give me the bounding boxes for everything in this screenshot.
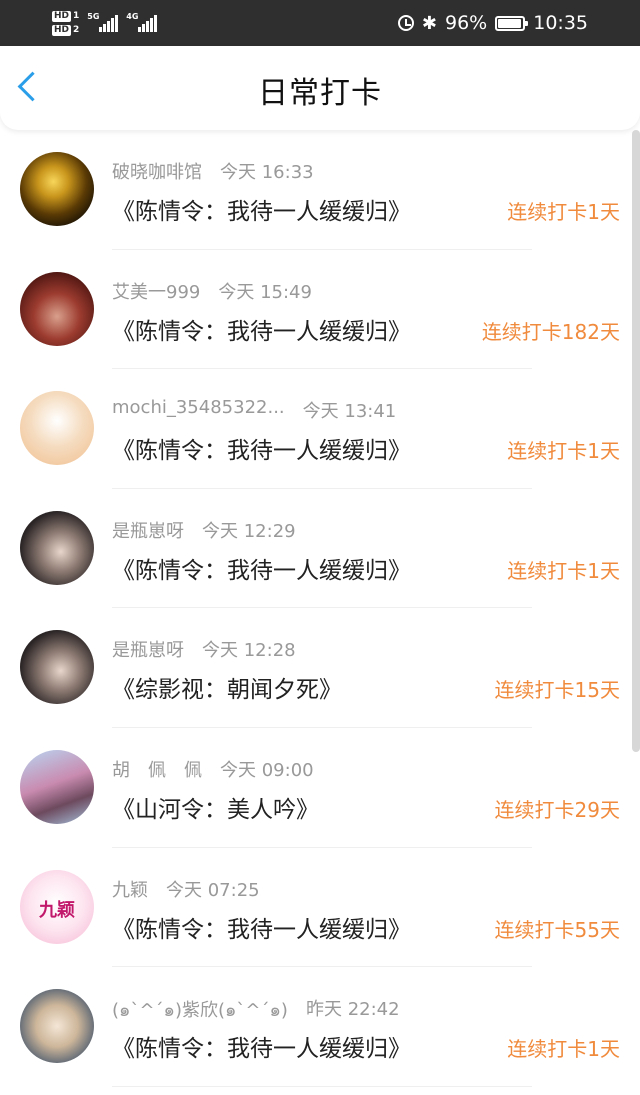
sim-indicators: HD 1 HD 2 [52, 10, 80, 36]
status-right: ✱ 96% 10:35 [397, 0, 588, 46]
checkin-meta: 是瓶崽呀 今天 12:29 [112, 517, 296, 543]
sim-1-label: 1 [73, 10, 80, 21]
checkin-item-2[interactable]: 艾美一999 今天 15:49 《陈情令：我待一人缓缓归》 连续打卡182天 [0, 250, 632, 370]
signal-4g-icon: 4G [126, 12, 158, 32]
streak-label: 连续打卡1天 [507, 200, 620, 224]
checkin-item-6[interactable]: 胡 佩 佩 今天 09:00 《山河令：美人吟》 连续打卡29天 [0, 728, 632, 848]
checkin-meta: 胡 佩 佩 今天 09:00 [112, 756, 314, 782]
pink-girl-avatar[interactable]: 九颖 [20, 869, 94, 944]
username[interactable]: 艾美一999 [112, 278, 200, 304]
streak-label: 连续打卡1天 [507, 1037, 620, 1062]
timestamp: 今天 09:00 [220, 759, 314, 781]
checkin-item-8[interactable]: (๑`^´๑)紫欣(๑`^´๑) 昨天 22:42 《陈情令：我待一人缓缓归》 … [0, 967, 632, 1087]
checkin-meta: 艾美一999 今天 15:49 [112, 278, 312, 304]
streak-label: 连续打卡15天 [494, 678, 620, 703]
blossom-tree-avatar[interactable] [20, 749, 94, 824]
app-header: 日常打卡 [0, 46, 640, 130]
streak-label: 连续打卡29天 [494, 797, 620, 822]
hooded-character-avatar[interactable] [20, 989, 94, 1064]
battery-icon [495, 15, 529, 31]
clock: 10:35 [533, 12, 588, 34]
checkin-meta: (๑`^´๑)紫欣(๑`^´๑) 昨天 22:42 [112, 995, 400, 1024]
page-title: 日常打卡 [258, 76, 382, 111]
divider [112, 1085, 532, 1087]
timestamp: 今天 13:41 [302, 401, 397, 423]
timestamp: 今天 12:28 [202, 640, 296, 662]
chibi-character-avatar[interactable] [20, 391, 94, 466]
battery-percent: 96% [445, 12, 488, 34]
checkin-item-3[interactable]: mochi_35485322... 今天 13:41 《陈情令：我待一人缓缓归》… [0, 369, 632, 489]
avatar-text: 九颖 [39, 899, 75, 921]
book-title[interactable]: 《陈情令：我待一人缓缓归》 [112, 192, 411, 226]
sim-2-label: 2 [73, 24, 80, 35]
checkin-meta: 破晓咖啡馆 今天 16:33 [112, 158, 314, 184]
gold-coins-avatar[interactable] [20, 152, 94, 226]
username[interactable]: mochi_35485322... [112, 397, 285, 423]
username[interactable]: 是瓶崽呀 [112, 636, 184, 662]
checkin-meta: mochi_35485322... 今天 13:41 [112, 397, 396, 423]
alarm-icon [397, 15, 414, 31]
timestamp: 今天 07:25 [166, 879, 260, 901]
checkin-item-4[interactable]: 是瓶崽呀 今天 12:29 《陈情令：我待一人缓缓归》 连续打卡1天 [0, 489, 632, 609]
checkin-meta: 是瓶崽呀 今天 12:28 [112, 636, 296, 662]
book-title[interactable]: 《陈情令：我待一人缓缓归》 [112, 431, 411, 465]
red-poster-avatar[interactable] [20, 271, 94, 346]
checkin-meta: 九颖 今天 07:25 [112, 876, 260, 902]
username[interactable]: (๑`^´๑)紫欣(๑`^´๑) [112, 995, 288, 1024]
network-4g-label: 4G [126, 12, 139, 21]
book-title[interactable]: 《陈情令：我待一人缓缓归》 [112, 910, 411, 944]
book-title[interactable]: 《综影视：朝闻夕死》 [112, 670, 342, 704]
timestamp: 今天 16:33 [220, 162, 314, 183]
checkin-item-7[interactable]: 九颖 九颖 今天 07:25 《陈情令：我待一人缓缓归》 连续打卡55天 [0, 848, 632, 968]
status-left: HD 1 HD 2 5G 4G [52, 6, 158, 40]
username[interactable]: 是瓶崽呀 [112, 517, 184, 543]
signal-5g-icon: 5G [87, 12, 119, 32]
streak-label: 连续打卡182天 [481, 319, 620, 344]
streak-label: 连续打卡1天 [507, 439, 620, 464]
timestamp: 今天 15:49 [218, 281, 312, 303]
checkin-item-5[interactable]: 是瓶崽呀 今天 12:28 《综影视：朝闻夕死》 连续打卡15天 [0, 608, 632, 728]
username[interactable]: 破晓咖啡馆 [112, 158, 202, 184]
hd-badge-2: HD [52, 24, 72, 36]
timestamp: 今天 12:29 [202, 520, 296, 542]
checkin-list: 破晓咖啡馆 今天 16:33 《陈情令：我待一人缓缓归》 连续打卡1天 艾美一9… [0, 130, 632, 1087]
book-title[interactable]: 《陈情令：我待一人缓缓归》 [112, 1029, 411, 1063]
hd-badge-1: HD [52, 10, 72, 22]
username[interactable]: 九颖 [112, 876, 148, 902]
anime-man-avatar[interactable] [20, 510, 94, 585]
network-5g-label: 5G [87, 12, 100, 21]
bluetooth-icon: ✱ [421, 12, 437, 34]
streak-label: 连续打卡1天 [507, 558, 620, 583]
scrollbar[interactable] [632, 130, 640, 752]
status-bar: HD 1 HD 2 5G 4G ✱ 96% 10:35 [0, 0, 640, 46]
streak-label: 连续打卡55天 [494, 917, 620, 942]
anime-man-avatar[interactable] [20, 630, 94, 705]
book-title[interactable]: 《陈情令：我待一人缓缓归》 [112, 551, 411, 585]
username[interactable]: 胡 佩 佩 [112, 756, 202, 782]
book-title[interactable]: 《陈情令：我待一人缓缓归》 [112, 312, 411, 346]
book-title[interactable]: 《山河令：美人吟》 [112, 790, 319, 824]
checkin-item-1[interactable]: 破晓咖啡馆 今天 16:33 《陈情令：我待一人缓缓归》 连续打卡1天 [0, 130, 632, 250]
timestamp: 昨天 22:42 [305, 999, 400, 1021]
